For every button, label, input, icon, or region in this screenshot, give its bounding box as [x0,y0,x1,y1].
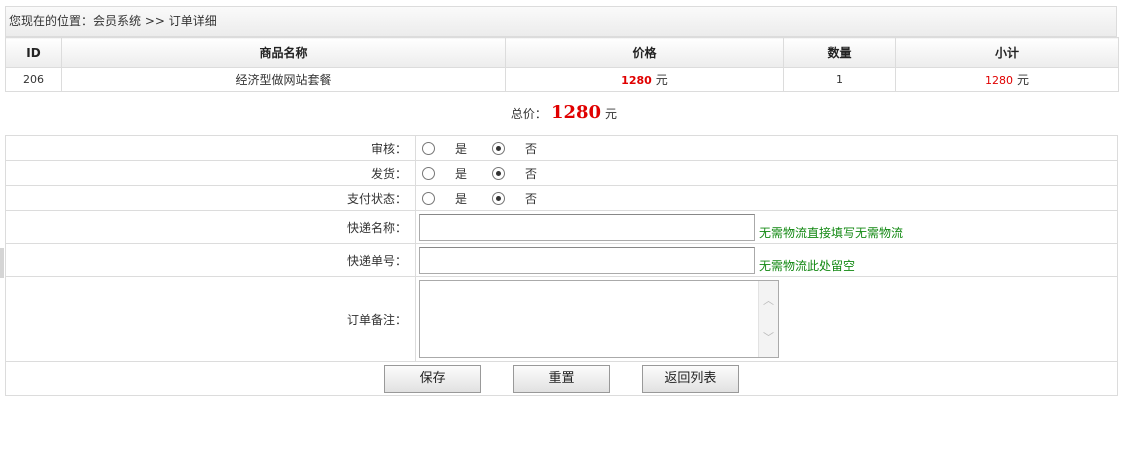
tracking-no-hint: 无需物流此处留空 [759,258,856,273]
pay-status-radio-no[interactable] [492,191,506,205]
pay-status-radio-yes[interactable] [422,191,435,205]
save-button[interactable]: 保存 [384,364,482,393]
subtotal-value: 1280 [984,74,1013,87]
breadcrumb: 您现在的位置：会员系统 >> 订单详细 [5,6,1117,37]
shipped-option-no: 否 [525,166,538,181]
form-row-audit: 审核： 是 否 [5,135,1118,161]
audit-radio-no[interactable] [492,141,506,155]
remark-scrollbar[interactable]: ︿ ﹀ [758,281,778,357]
scroll-down-icon[interactable]: ﹀ [763,332,774,343]
reset-button[interactable]: 重置 [513,364,610,393]
remark-label: 订单备注： [5,276,416,362]
cell-product-name: 经济型做网站套餐 [61,67,506,92]
shipped-label: 发货： [5,160,416,186]
col-header-id: ID [5,37,62,68]
cell-id: 206 [5,67,62,92]
tracking-no-input[interactable] [419,246,755,274]
form-row-pay-status: 支付状态： 是 否 [5,185,1118,211]
audit-radio-group: 是 否 [419,140,1117,157]
shipped-radio-no[interactable] [492,166,506,180]
pay-status-option-no: 否 [525,191,538,206]
form-row-remark: 订单备注： ︿ ﹀ [5,276,1118,362]
cell-price: 1280 元 [505,67,784,92]
col-header-price: 价格 [505,37,784,68]
courier-name-label: 快递名称： [5,210,416,244]
pay-status-radio-group: 是 否 [419,190,1117,207]
table-header-row: ID 商品名称 价格 数量 小计 [5,37,1119,68]
cell-subtotal: 1280 元 [895,67,1119,92]
shipped-option-yes: 是 [455,166,468,181]
remark-textarea[interactable]: ︿ ﹀ [419,280,779,358]
order-edit-form: 审核： 是 否 发货： 是 否 支付状态： 是 否 快递名称： 无需物流直接填写… [5,135,1118,396]
col-header-name: 商品名称 [61,37,506,68]
pay-status-option-yes: 是 [455,191,468,206]
form-row-tracking-no: 快递单号： 无需物流此处留空 [5,243,1118,277]
col-header-subtotal: 小计 [895,37,1119,68]
shipped-radio-yes[interactable] [422,166,435,180]
price-value: 1280 [621,74,652,87]
total-value: 1280 [550,102,602,123]
form-row-courier-name: 快递名称： 无需物流直接填写无需物流 [5,210,1118,244]
total-label: 总价： [510,107,547,121]
tracking-no-label: 快递单号： [5,243,416,277]
form-row-shipped: 发货： 是 否 [5,160,1118,186]
breadcrumb-section[interactable]: 会员系统 [93,7,141,36]
side-collapse-handle[interactable] [0,248,4,278]
breadcrumb-current: 订单详细 [168,14,217,28]
audit-radio-yes[interactable] [422,141,435,155]
order-goods-table: ID 商品名称 价格 数量 小计 206 经济型做网站套餐 1280 元 1 12… [5,37,1119,92]
breadcrumb-separator: >> [144,14,165,28]
audit-option-no: 否 [525,141,538,156]
pay-status-label: 支付状态： [5,185,416,211]
col-header-qty: 数量 [783,37,896,68]
total-unit: 元 [605,107,618,121]
audit-label: 审核： [5,135,416,161]
courier-name-input[interactable] [419,213,755,241]
breadcrumb-prefix: 您现在的位置： [9,14,94,28]
price-unit: 元 [655,73,668,87]
scroll-up-icon[interactable]: ︿ [763,295,774,306]
courier-name-hint: 无需物流直接填写无需物流 [759,225,904,240]
back-to-list-button[interactable]: 返回列表 [641,364,739,393]
subtotal-unit: 元 [1016,73,1029,87]
table-row: 206 经济型做网站套餐 1280 元 1 1280 元 [5,67,1119,92]
audit-option-yes: 是 [455,141,468,156]
form-row-actions: 保存 重置 返回列表 [5,361,1118,396]
cell-quantity: 1 [783,67,896,92]
shipped-radio-group: 是 否 [419,165,1117,182]
order-total: 总价： 1280 元 [0,102,1128,123]
